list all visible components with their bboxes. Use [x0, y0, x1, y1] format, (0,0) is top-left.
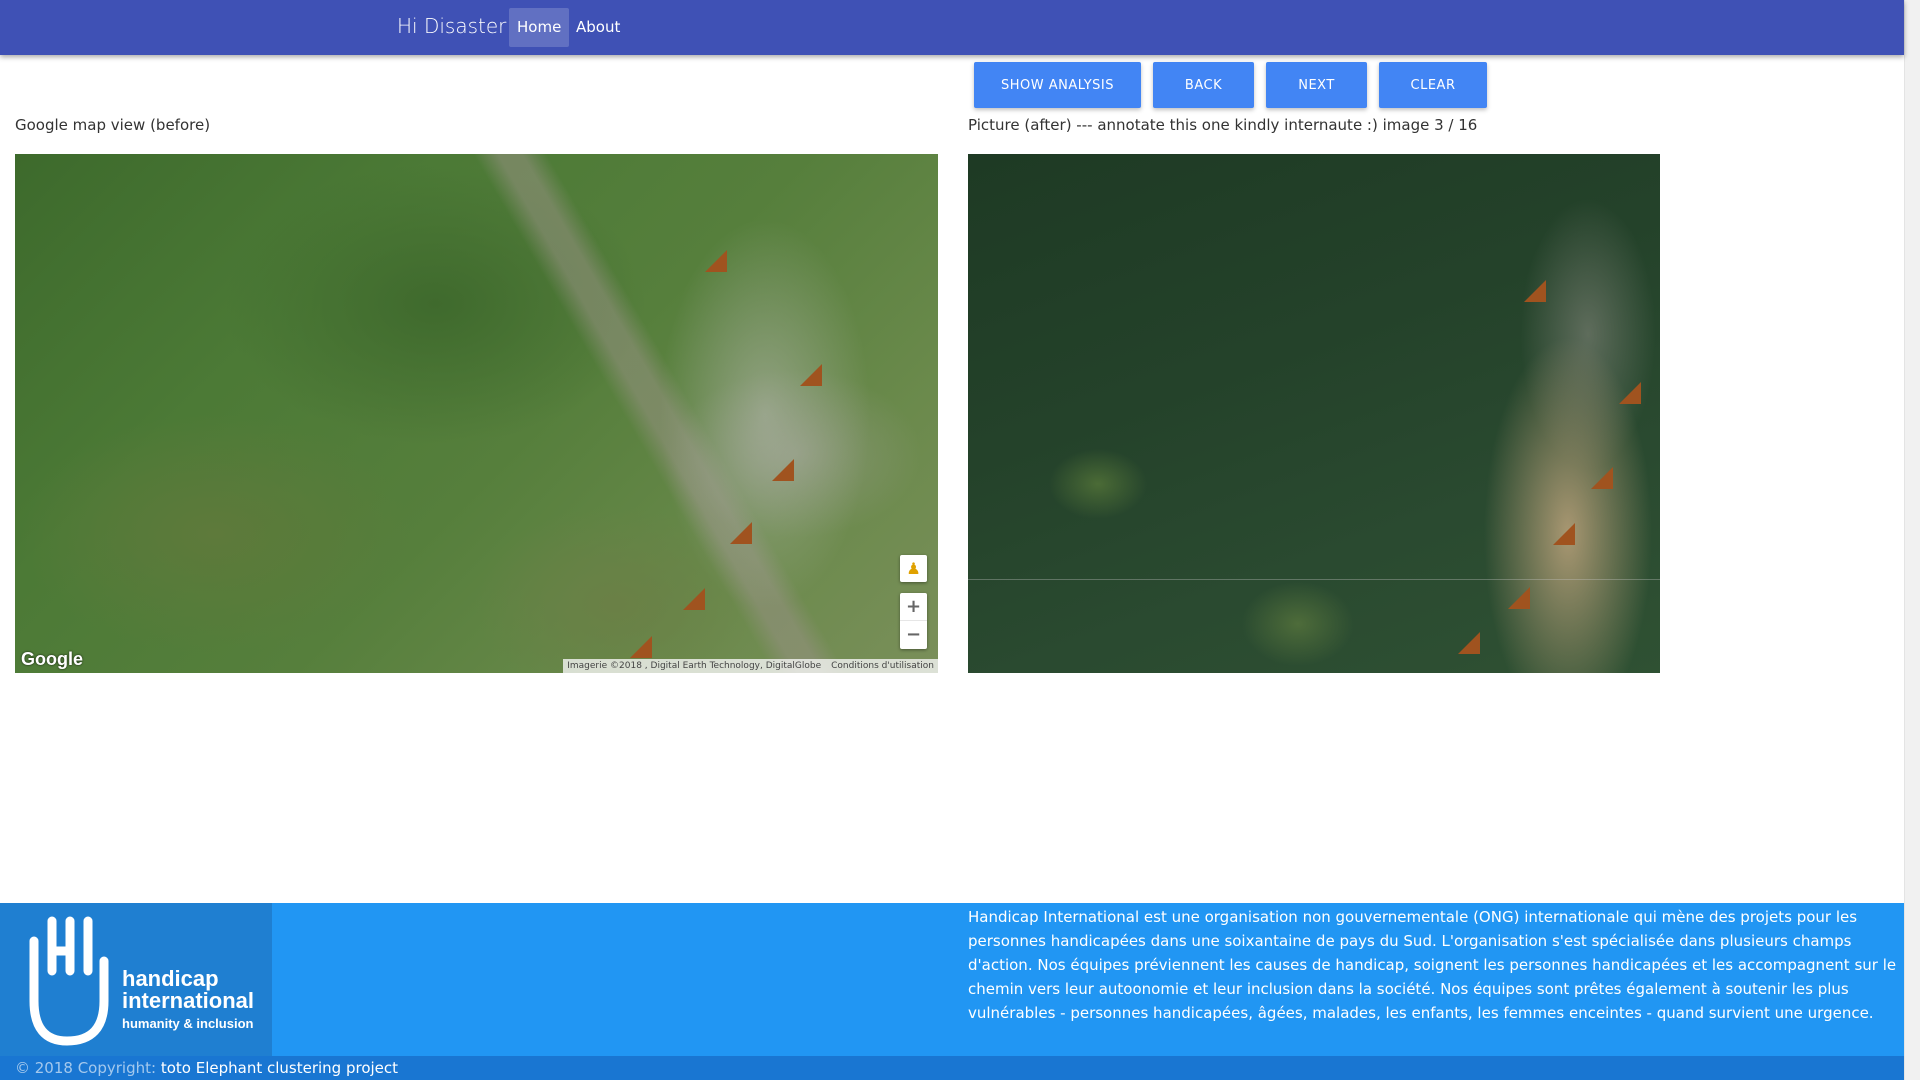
zoom-out-button[interactable]: − [900, 621, 927, 649]
map-attribution: Imagerie ©2018 , Digital Earth Technolog… [563, 659, 938, 673]
annotation-marker[interactable] [1458, 632, 1480, 654]
image-seam [968, 579, 1660, 580]
before-satellite-map[interactable]: ♟ + − Google Imagerie ©2018 , Digital Ea… [15, 154, 938, 673]
logo-line-handicap: handicap [122, 966, 219, 991]
copyright-bar: © 2018 Copyright: toto Elephant clusteri… [0, 1056, 1904, 1080]
before-map-caption: Google map view (before) [15, 116, 211, 134]
logo-tagline: humanity & inclusion [122, 1016, 254, 1031]
annotation-marker[interactable] [800, 364, 822, 386]
nav-home-link[interactable]: Home [509, 8, 570, 47]
logo-line-international: international [122, 988, 255, 1013]
annotation-marker[interactable] [1591, 467, 1613, 489]
annotation-marker[interactable] [630, 636, 652, 658]
annotation-marker[interactable] [1524, 280, 1546, 302]
google-logo: Google [21, 649, 83, 669]
brand-title[interactable]: Hi Disaster [397, 14, 506, 38]
show-analysis-button[interactable]: SHOW ANALYSIS [974, 62, 1141, 108]
annotation-marker[interactable] [1553, 523, 1575, 545]
handicap-international-logo: handicap international humanity & inclus… [0, 903, 272, 1056]
annotation-marker[interactable] [705, 250, 727, 272]
annotation-marker[interactable] [683, 588, 705, 610]
project-link[interactable]: toto Elephant clustering project [161, 1059, 398, 1077]
zoom-in-button[interactable]: + [900, 593, 927, 621]
after-satellite-image[interactable] [968, 154, 1660, 673]
imagery-credit: Imagerie ©2018 , Digital Earth Technolog… [567, 661, 822, 671]
annotation-marker[interactable] [772, 459, 794, 481]
copyright-text: © 2018 Copyright: toto Elephant clusteri… [15, 1059, 398, 1077]
organization-description: Handicap International est une organisat… [968, 908, 1897, 1022]
copyright-prefix: © 2018 Copyright: [15, 1059, 157, 1077]
top-navbar: Hi Disaster Home About [0, 0, 1904, 55]
village-area [575, 154, 938, 673]
terms-link[interactable]: Conditions d'utilisation [831, 659, 934, 673]
annotation-marker[interactable] [1619, 382, 1641, 404]
logo-wordmark: handicap international humanity & inclus… [122, 966, 255, 1032]
hi-hand-logo-icon [29, 916, 109, 1046]
next-button[interactable]: NEXT [1266, 62, 1367, 108]
page-scrollbar[interactable] [1904, 0, 1920, 1080]
back-button[interactable]: BACK [1153, 62, 1254, 108]
annotation-marker[interactable] [730, 522, 752, 544]
clear-button[interactable]: CLEAR [1379, 62, 1487, 108]
zoom-control: + − [900, 593, 927, 649]
after-image-caption: Picture (after) --- annotate this one ki… [968, 116, 1478, 134]
footer: handicap international humanity & inclus… [0, 903, 1904, 1056]
annotation-marker[interactable] [1508, 587, 1530, 609]
nav-about-link[interactable]: About [568, 8, 628, 47]
street-view-pegman-icon[interactable]: ♟ [900, 555, 927, 582]
